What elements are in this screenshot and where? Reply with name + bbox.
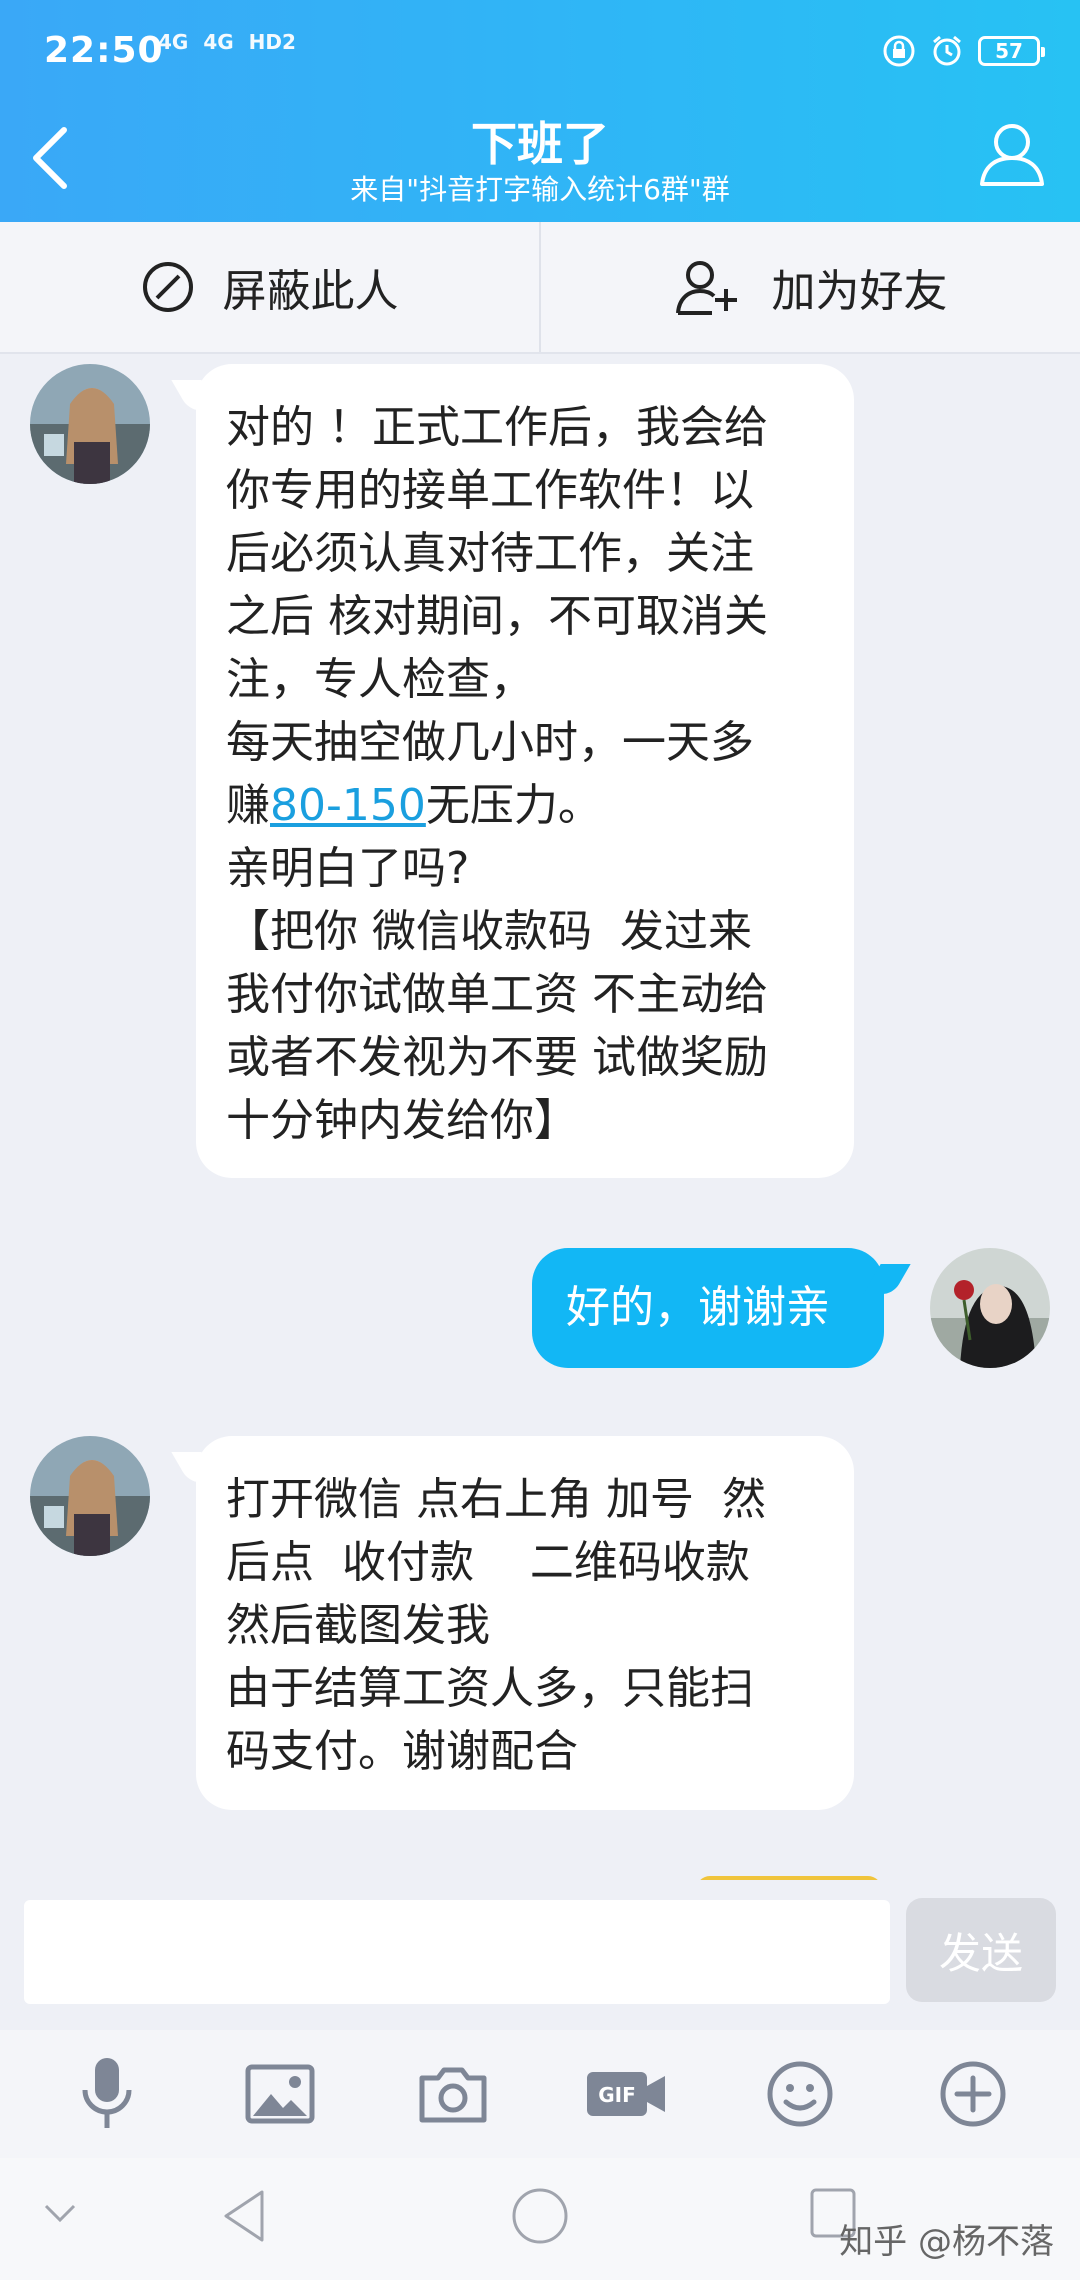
message-text: 好的，谢谢亲 <box>566 1282 830 1333</box>
more-button[interactable] <box>928 2049 1018 2139</box>
add-user-icon <box>675 261 737 315</box>
emoji-button[interactable] <box>755 2049 845 2139</box>
block-icon <box>142 262 193 312</box>
emoji-icon <box>767 2061 833 2127</box>
message-bubble-incoming[interactable]: 对的 ！正式工作后，我会给 你专用的接单工作软件！以 后必须认真对待工作，关注 … <box>196 364 854 1178</box>
voice-button[interactable] <box>62 2049 152 2139</box>
message-line: 【把你 微信收款码 发过来 <box>226 906 752 957</box>
microphone-icon <box>82 2058 132 2128</box>
message-bubble-outgoing[interactable]: 好的，谢谢亲 <box>532 1248 884 1368</box>
nav-back-icon[interactable] <box>218 2186 270 2246</box>
message-line: 每天抽空做几小时，一天多 <box>226 717 754 768</box>
message-line-with-link: 赚80-150无压力。 <box>226 774 828 837</box>
block-user-label: 屏蔽此人 <box>222 266 399 317</box>
message-line: 后必须认真对待工作，关注 <box>226 528 754 579</box>
phone-number-link[interactable]: 80-150 <box>270 780 426 831</box>
message-line: 之后 核对期间，不可取消关 <box>226 591 768 642</box>
gif-button[interactable]: GIF <box>582 2049 672 2139</box>
image-icon <box>245 2064 315 2124</box>
chat-header: 22:50 4G 4G HD2 57 下班了 来自"抖音打字输入统计6群"群 <box>0 0 1080 222</box>
message-line: 对的 ！正式工作后，我会给 <box>226 402 768 453</box>
collapse-chevron-icon[interactable] <box>40 2198 80 2228</box>
message-line: 打开微信 点右上角 加号 然 <box>226 1474 766 1525</box>
message-line: 你专用的接单工作软件！以 <box>226 465 754 516</box>
chat-title: 下班了 <box>471 117 609 171</box>
sender-avatar[interactable] <box>30 364 150 484</box>
network-hd: HD2 <box>248 30 296 54</box>
image-button[interactable] <box>235 2049 325 2139</box>
sender-avatar[interactable] <box>30 1436 150 1556</box>
chat-subtitle: 来自"抖音打字输入统计6群"群 <box>350 173 730 206</box>
message-line: 然后截图发我 <box>226 1600 490 1651</box>
network-indicators: 4G 4G HD2 <box>158 30 304 54</box>
network-4g-1: 4G <box>158 30 189 54</box>
watermark: 知乎 @杨不落 <box>839 2222 1054 2262</box>
message-line: 十分钟内发给你】 <box>226 1095 578 1146</box>
add-friend-label: 加为好友 <box>771 266 948 317</box>
lock-rotation-icon <box>883 35 915 67</box>
message-line: 注，专人检查， <box>226 654 534 705</box>
camera-button[interactable] <box>408 2049 498 2139</box>
message-text: 无压力。 <box>425 780 602 831</box>
message-input-bar: 发送 <box>0 1880 1080 2030</box>
alarm-icon <box>933 35 961 66</box>
profile-icon[interactable] <box>974 116 1050 192</box>
status-time: 22:50 <box>44 30 164 71</box>
message-text: 赚 <box>226 780 270 831</box>
add-friend-button[interactable]: 加为好友 <box>539 222 1080 352</box>
status-icons: 57 <box>882 34 1045 68</box>
send-button[interactable]: 发送 <box>906 1898 1056 2002</box>
message-line: 码支付。谢谢配合 <box>226 1726 578 1777</box>
message-bubble-incoming[interactable]: 打开微信 点右上角 加号 然 后点 收付款 二维码收款 然后截图发我 由于结算工… <box>196 1436 854 1810</box>
plus-icon <box>940 2061 1006 2127</box>
network-4g-2: 4G <box>203 30 234 54</box>
self-avatar[interactable] <box>930 1248 1050 1368</box>
message-line: 我付你试做单工资 不主动给 <box>226 969 768 1020</box>
message-line: 由于结算工资人多，只能扫 <box>226 1663 754 1714</box>
message-input[interactable] <box>24 1900 890 2004</box>
input-toolbar: GIF <box>0 2030 1080 2158</box>
battery-indicator: 57 <box>978 36 1045 66</box>
camera-icon <box>419 2067 487 2123</box>
message-line: 后点 收付款 二维码收款 <box>226 1537 750 1588</box>
nav-home-icon[interactable] <box>510 2186 570 2246</box>
status-bar: 22:50 4G 4G HD2 57 <box>0 0 1080 110</box>
block-user-button[interactable]: 屏蔽此人 <box>0 222 539 352</box>
gif-icon: GIF <box>586 2072 665 2116</box>
message-line: 亲明白了吗? <box>226 843 470 894</box>
svg-text:GIF: GIF <box>598 2083 636 2107</box>
stranger-action-bar: 屏蔽此人 加为好友 <box>0 222 1080 354</box>
message-line: 或者不发视为不要 试做奖励 <box>226 1032 768 1083</box>
